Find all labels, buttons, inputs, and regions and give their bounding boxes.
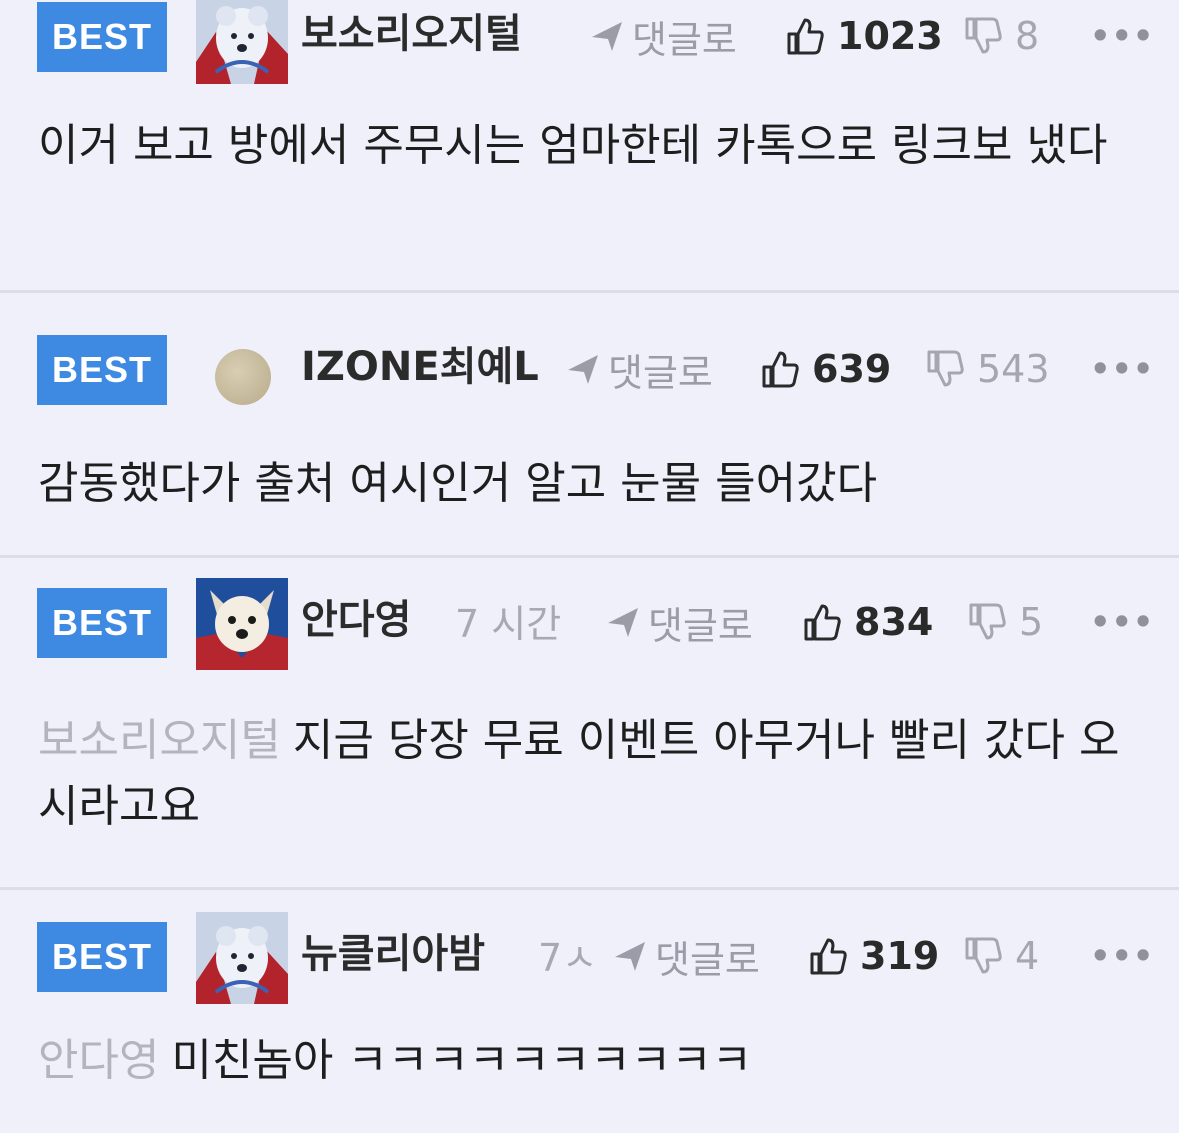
comment-text: 안다영 미친놈아 ㅋㅋㅋㅋㅋㅋㅋㅋㅋㅋ <box>38 1028 1149 1094</box>
dislike-count: 543 <box>977 347 1050 391</box>
thumbs-down-icon <box>969 603 1006 640</box>
reply-label: 댓글로 <box>608 350 713 395</box>
author-name[interactable]: 뉴클리아밤 <box>301 924 485 984</box>
comment-header: BEST 뉴클리아밤 7ㅅ 댓글로 319 4 ••• <box>0 910 1179 1004</box>
dislike-count: 4 <box>1015 934 1040 978</box>
mention-tag[interactable]: 안다영 <box>38 1035 159 1086</box>
thumbs-up-icon <box>787 18 824 55</box>
reply-arrow-icon <box>615 942 645 971</box>
like-button[interactable]: 319 <box>808 924 939 988</box>
thumbs-up-icon <box>810 938 847 975</box>
reply-label: 댓글로 <box>648 603 753 648</box>
reply-label: 댓글로 <box>632 17 737 62</box>
reply-label: 댓글로 <box>655 937 760 982</box>
reply-button[interactable]: 댓글로 <box>590 4 737 68</box>
comment-body: 이거 보고 방에서 주무시는 엄마한테 카톡으로 링크보 냈다 <box>38 120 1108 171</box>
thumbs-down-icon <box>927 350 964 387</box>
comment-header: BEST 보소리오지털 댓글로 1023 8 ••• <box>0 0 1179 84</box>
author-name[interactable]: 보소리오지털 <box>301 4 522 64</box>
like-button[interactable]: 639 <box>760 337 891 401</box>
reply-button[interactable]: 댓글로 <box>606 590 753 654</box>
like-count: 1023 <box>837 14 943 58</box>
reply-arrow-icon <box>592 22 622 51</box>
reply-arrow-icon <box>608 608 638 637</box>
like-count: 639 <box>812 347 892 391</box>
author-name[interactable]: IZONE최예L <box>301 337 539 397</box>
mention-tag[interactable]: 보소리오지털 <box>38 715 281 766</box>
more-options-icon[interactable]: ••• <box>1090 590 1154 654</box>
comment-item: BEST 안다영 7 시간 댓글로 834 5 ••• 보소리오지털 지금 당장… <box>0 558 1179 890</box>
comment-text: 감동했다가 출처 여시인거 알고 눈물 들어갔다 <box>38 451 1149 517</box>
comment-time: 7ㅅ <box>538 936 598 980</box>
more-options-icon[interactable]: ••• <box>1090 924 1154 988</box>
dislike-button[interactable]: 543 <box>925 337 1050 401</box>
polar-bear-avatar[interactable] <box>196 912 288 1004</box>
dislike-button[interactable]: 8 <box>963 4 1039 68</box>
comment-item: BEST 보소리오지털 댓글로 1023 8 ••• 이거 보고 방에서 주무시… <box>0 0 1179 293</box>
author-name[interactable]: 안다영 <box>301 590 411 650</box>
dislike-count: 5 <box>1019 600 1044 644</box>
comment-header: BEST 안다영 7 시간 댓글로 834 5 ••• <box>0 576 1179 670</box>
comment-body: 감동했다가 출처 여시인거 알고 눈물 들어갔다 <box>38 458 878 509</box>
polar-bear-avatar[interactable] <box>196 0 288 84</box>
dog-avatar[interactable] <box>196 578 288 670</box>
best-badge: BEST <box>37 922 167 992</box>
like-count: 834 <box>854 600 934 644</box>
dislike-button[interactable]: 5 <box>967 590 1043 654</box>
like-button[interactable]: 834 <box>802 590 933 654</box>
comment-text: 보소리오지털 지금 당장 무료 이벤트 아무거나 빨리 갔다 오시라고요 <box>38 708 1149 840</box>
dislike-count: 8 <box>1015 14 1040 58</box>
comment-item: BEST IZONE최예L 댓글로 639 543 ••• 감동했다가 출처 여… <box>0 293 1179 558</box>
reply-button[interactable]: 댓글로 <box>566 337 713 401</box>
best-badge: BEST <box>37 2 167 72</box>
beige-circle-avatar[interactable] <box>215 349 271 405</box>
reply-arrow-icon <box>568 355 598 384</box>
best-badge: BEST <box>37 588 167 658</box>
like-button[interactable]: 1023 <box>785 4 943 68</box>
comment-item: BEST 뉴클리아밤 7ㅅ 댓글로 319 4 ••• 안다영 미친놈아 ㅋㅋㅋ… <box>0 890 1179 1133</box>
thumbs-up-icon <box>762 351 799 388</box>
reply-button[interactable]: 댓글로 <box>613 924 760 988</box>
thumbs-up-icon <box>804 604 841 641</box>
more-options-icon[interactable]: ••• <box>1090 4 1154 68</box>
thumbs-down-icon <box>965 937 1002 974</box>
more-options-icon[interactable]: ••• <box>1090 337 1154 401</box>
like-count: 319 <box>860 934 940 978</box>
comment-time: 7 시간 <box>455 602 562 646</box>
comment-header: BEST IZONE최예L 댓글로 639 543 ••• <box>0 323 1179 405</box>
thumbs-down-icon <box>965 17 1002 54</box>
best-badge: BEST <box>37 335 167 405</box>
dislike-button[interactable]: 4 <box>963 924 1039 988</box>
comment-text: 이거 보고 방에서 주무시는 엄마한테 카톡으로 링크보 냈다 <box>38 113 1149 179</box>
comment-body: 미친놈아 ㅋㅋㅋㅋㅋㅋㅋㅋㅋㅋ <box>171 1035 753 1086</box>
